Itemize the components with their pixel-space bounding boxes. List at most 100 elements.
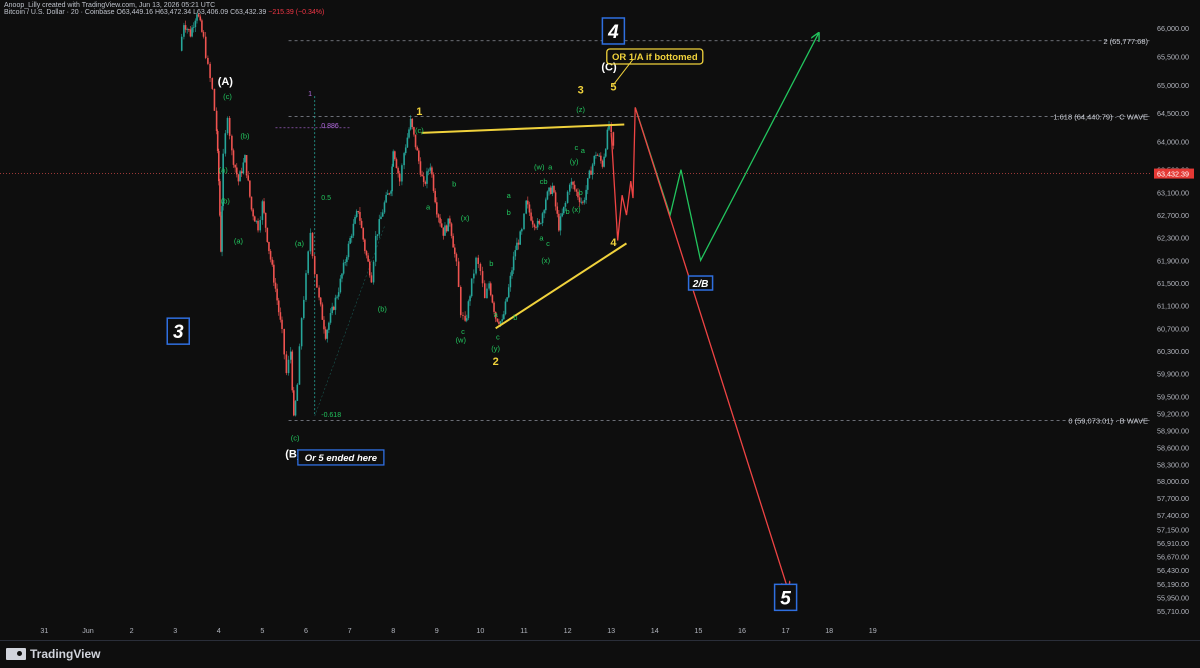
- candle-body: [180, 36, 183, 51]
- candle-body: [427, 170, 430, 172]
- candle-body: [414, 134, 417, 148]
- fib-level-label: 1.618 (64,440.79) · C WAVE: [1053, 112, 1148, 121]
- candle-body: [334, 297, 337, 310]
- x-tick-label: 3: [173, 626, 177, 635]
- price-chart[interactable]: 2 (65,777.68) 1.618 (64,440.79) · C WAVE 0…: [0, 0, 1200, 640]
- candle-body: [386, 193, 389, 195]
- wave-label: a: [581, 146, 586, 155]
- y-tick-label: 58,300.00: [1157, 460, 1189, 469]
- candle-body: [192, 27, 195, 28]
- candle-body: [313, 256, 316, 275]
- candle-body: [204, 36, 207, 58]
- wave-label: (a): [219, 166, 229, 175]
- candle-body: [303, 299, 305, 319]
- wave-label: 2: [493, 356, 499, 368]
- candle-body: [426, 171, 428, 184]
- current-price-badge: 63,432.39: [1154, 168, 1194, 179]
- wave-label: 1: [416, 106, 422, 118]
- candle-body: [601, 160, 604, 167]
- candle-body: [274, 282, 277, 289]
- candle-body: [264, 212, 267, 228]
- candle-body: [436, 202, 438, 215]
- y-tick-label: 64,500.00: [1157, 109, 1189, 118]
- y-tick-label: 56,430.00: [1157, 566, 1189, 575]
- candle-body: [292, 390, 295, 416]
- wave-label: c: [496, 333, 500, 342]
- x-tick-label: 11: [520, 626, 527, 635]
- candle-body: [197, 14, 200, 17]
- candle-body: [352, 223, 355, 236]
- candle-body: [570, 181, 573, 185]
- y-tick-label: 61,900.00: [1157, 256, 1189, 265]
- candle-body: [226, 117, 229, 134]
- candle-body: [489, 283, 492, 296]
- candle-body: [455, 254, 458, 262]
- callout-or-5-ended: Or 5 ended here: [297, 449, 385, 466]
- candle-body: [234, 164, 236, 168]
- price-badge-label: 63,432.39: [1157, 170, 1189, 179]
- candle-body: [287, 359, 290, 374]
- candle-body: [479, 263, 482, 272]
- candle-body: [346, 257, 348, 263]
- candle-body: [318, 287, 320, 298]
- candle-body: [341, 273, 343, 279]
- candle-body: [498, 321, 500, 324]
- candle-body: [588, 170, 591, 179]
- wave-label: (A): [218, 76, 234, 88]
- candle-body: [372, 261, 375, 283]
- candle-body: [612, 132, 615, 146]
- candle-body: [477, 257, 480, 264]
- triangle-upper: [421, 123, 625, 134]
- candle-body: [362, 228, 365, 240]
- candle-body: [470, 278, 473, 297]
- x-tick-label: 4: [217, 626, 221, 635]
- y-tick-label: 56,190.00: [1157, 580, 1189, 589]
- candle-body: [437, 214, 440, 218]
- candle-body: [516, 242, 518, 251]
- candle-body: [189, 29, 192, 37]
- candle-body: [408, 129, 410, 138]
- candle-body: [277, 300, 280, 313]
- y-tick-label: 62,700.00: [1157, 211, 1189, 220]
- wave-label: b: [507, 208, 511, 217]
- candle-body: [364, 239, 366, 251]
- candle-body: [593, 155, 596, 165]
- candle-body: [316, 274, 318, 288]
- candle-body: [431, 167, 433, 175]
- y-tick-label: 61,100.00: [1157, 302, 1189, 311]
- candle-body: [390, 191, 392, 194]
- candle-body: [445, 225, 448, 232]
- wave-label: b: [566, 207, 570, 216]
- candle-body: [598, 155, 601, 157]
- x-tick-label: 13: [607, 626, 615, 635]
- wave-label: (c): [291, 433, 300, 442]
- candle-body: [465, 318, 468, 321]
- candle-body: [444, 225, 446, 236]
- candle-body: [328, 322, 330, 330]
- y-tick-label: 59,900.00: [1157, 370, 1189, 379]
- candle-body: [421, 174, 423, 177]
- annotations: [421, 34, 819, 589]
- wave-count-box: 3: [166, 317, 191, 345]
- y-tick-label: 59,200.00: [1157, 409, 1189, 418]
- candle-body: [261, 201, 264, 221]
- candle-body: [488, 283, 490, 289]
- candle-body: [575, 189, 578, 192]
- candle-body: [263, 201, 265, 213]
- candle-body: [528, 204, 531, 213]
- candle-body: [271, 259, 274, 265]
- candle-body: [551, 185, 554, 194]
- candle-body: [332, 306, 335, 310]
- y-tick-label: 64,000.00: [1157, 137, 1189, 146]
- tradingview-logo[interactable]: TradingView: [6, 647, 100, 661]
- candle-body: [376, 234, 379, 236]
- candle-body: [462, 315, 464, 316]
- brand-name: TradingView: [30, 647, 101, 661]
- candle-body: [450, 223, 453, 236]
- candle-body: [586, 178, 589, 190]
- wave-label: (y): [570, 157, 579, 166]
- candle-body: [235, 167, 238, 175]
- candle-body: [523, 213, 525, 230]
- wave-label: (c): [223, 92, 232, 101]
- candle-body: [237, 174, 240, 182]
